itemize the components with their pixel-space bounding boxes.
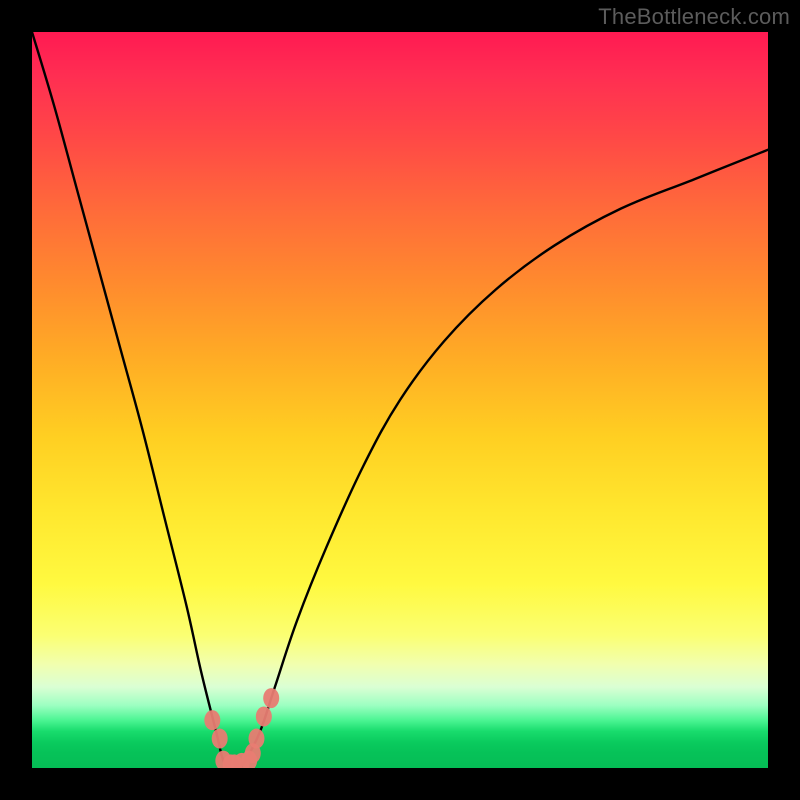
optimum-marker — [212, 729, 228, 749]
plot-area — [32, 32, 768, 768]
optimum-marker — [263, 688, 279, 708]
chart-frame: TheBottleneck.com — [0, 0, 800, 800]
optimum-marker — [248, 729, 264, 749]
curve-layer — [32, 32, 768, 768]
optimum-marker-cluster — [204, 688, 279, 768]
optimum-marker — [204, 710, 220, 730]
optimum-marker — [256, 706, 272, 726]
bottleneck-curve — [32, 32, 768, 768]
watermark-text: TheBottleneck.com — [598, 4, 790, 30]
